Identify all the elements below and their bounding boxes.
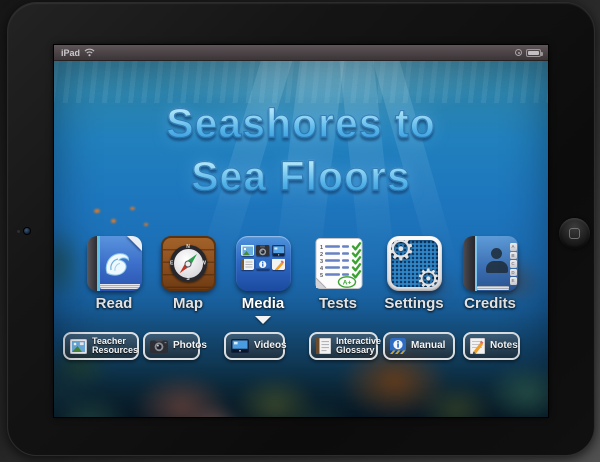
fish — [94, 209, 100, 213]
address-book-icon: A B C D E — [463, 236, 518, 291]
menu-label-settings: Settings — [376, 295, 452, 312]
monitor-icon — [231, 339, 249, 353]
submenu-teacher-resources-button[interactable]: Teacher Resources — [63, 332, 139, 360]
mini-photo-icon — [241, 244, 255, 256]
app-title-line1: Seashores to — [54, 97, 548, 150]
status-bar: iPad — [54, 45, 548, 61]
gear-icon: ⚙ — [416, 266, 437, 287]
menu-label-credits: Credits — [452, 295, 528, 312]
menu-item-credits[interactable]: A B C D E Credits — [452, 236, 528, 312]
tab-a: A — [510, 243, 517, 251]
compass-e: E — [170, 261, 173, 266]
wave-glyph — [101, 246, 133, 280]
menu-item-tests[interactable]: 1 2 3 4 5 — [300, 236, 376, 312]
app-home-screen: Seashores to Sea Floors R — [54, 61, 548, 417]
menu-item-media[interactable]: Media — [225, 236, 301, 324]
submenu-photos-button[interactable]: Photos — [143, 332, 200, 360]
compass-s: S — [186, 277, 189, 282]
gears-icon: ⚙ ⚙ — [387, 236, 442, 291]
water-surface — [54, 61, 548, 103]
menu-item-map[interactable]: N W S E Map — [150, 236, 226, 312]
home-button[interactable] — [559, 218, 590, 249]
tab-e: E — [510, 277, 517, 285]
rotation-lock-icon — [515, 49, 522, 56]
mini-pencil-icon — [272, 258, 286, 270]
gear-icon: ⚙ — [391, 240, 416, 265]
submenu-label: Videos — [254, 341, 287, 351]
compass-n: N — [186, 245, 190, 250]
mini-monitor-icon — [272, 244, 286, 256]
media-grid-icon — [236, 236, 291, 291]
person-silhouette-icon — [486, 248, 508, 278]
fish — [144, 223, 148, 226]
submenu-label: Manual — [411, 341, 445, 351]
compass-icon: N W S E — [161, 236, 216, 291]
ipad-frame: iPad — [7, 2, 595, 456]
wifi-icon — [84, 48, 95, 57]
checklist-icon: 1 2 3 4 5 — [311, 236, 366, 291]
compass-w: W — [201, 261, 206, 266]
menu-item-settings[interactable]: ⚙ ⚙ Settings — [376, 236, 452, 312]
submenu-label: Notes — [490, 341, 518, 351]
mini-notepad-icon — [241, 258, 255, 270]
notebook-icon — [316, 338, 331, 354]
screen: iPad — [54, 45, 548, 417]
tab-c: C — [510, 260, 517, 268]
selected-arrow-icon — [255, 316, 271, 324]
photo-document-icon — [70, 339, 87, 354]
pencil-icon — [470, 338, 485, 354]
submenu-label: Interactive Glossary — [336, 337, 381, 355]
info-icon — [390, 338, 406, 354]
app-title: Seashores to Sea Floors — [54, 97, 548, 203]
camera-icon — [150, 339, 168, 353]
submenu-videos-button[interactable]: Videos — [224, 332, 285, 360]
tests-row-3: 3 — [320, 259, 323, 265]
submenu-interactive-glossary-button[interactable]: Interactive Glossary — [309, 332, 378, 360]
fish — [111, 219, 116, 223]
carrier-label: iPad — [61, 48, 80, 58]
coral-reef — [54, 304, 548, 417]
fish — [130, 207, 135, 210]
app-title-line2: Sea Floors — [54, 150, 548, 203]
battery-icon — [526, 49, 541, 57]
tests-row-2: 2 — [320, 252, 323, 258]
mini-camera-icon — [256, 244, 270, 256]
menu-item-read[interactable]: Read — [76, 236, 152, 312]
tab-b: B — [510, 252, 517, 260]
front-camera — [24, 228, 30, 234]
ambient-sensor — [17, 230, 20, 233]
mini-info-icon — [256, 258, 270, 270]
menu-label-read: Read — [76, 295, 152, 312]
submenu-label: Photos — [173, 341, 207, 351]
tests-grade: A+ — [342, 279, 351, 286]
submenu-manual-button[interactable]: Manual — [383, 332, 455, 360]
tab-d: D — [510, 269, 517, 277]
home-button-icon — [569, 228, 580, 239]
tests-row-1: 1 — [320, 245, 323, 251]
menu-label-map: Map — [150, 295, 226, 312]
menu-label-tests: Tests — [300, 295, 376, 312]
menu-label-media: Media — [225, 295, 301, 312]
book-wave-icon — [87, 236, 142, 291]
submenu-label: Teacher Resources — [92, 337, 138, 355]
submenu-notes-button[interactable]: Notes — [463, 332, 520, 360]
tests-row-5: 5 — [320, 273, 323, 279]
